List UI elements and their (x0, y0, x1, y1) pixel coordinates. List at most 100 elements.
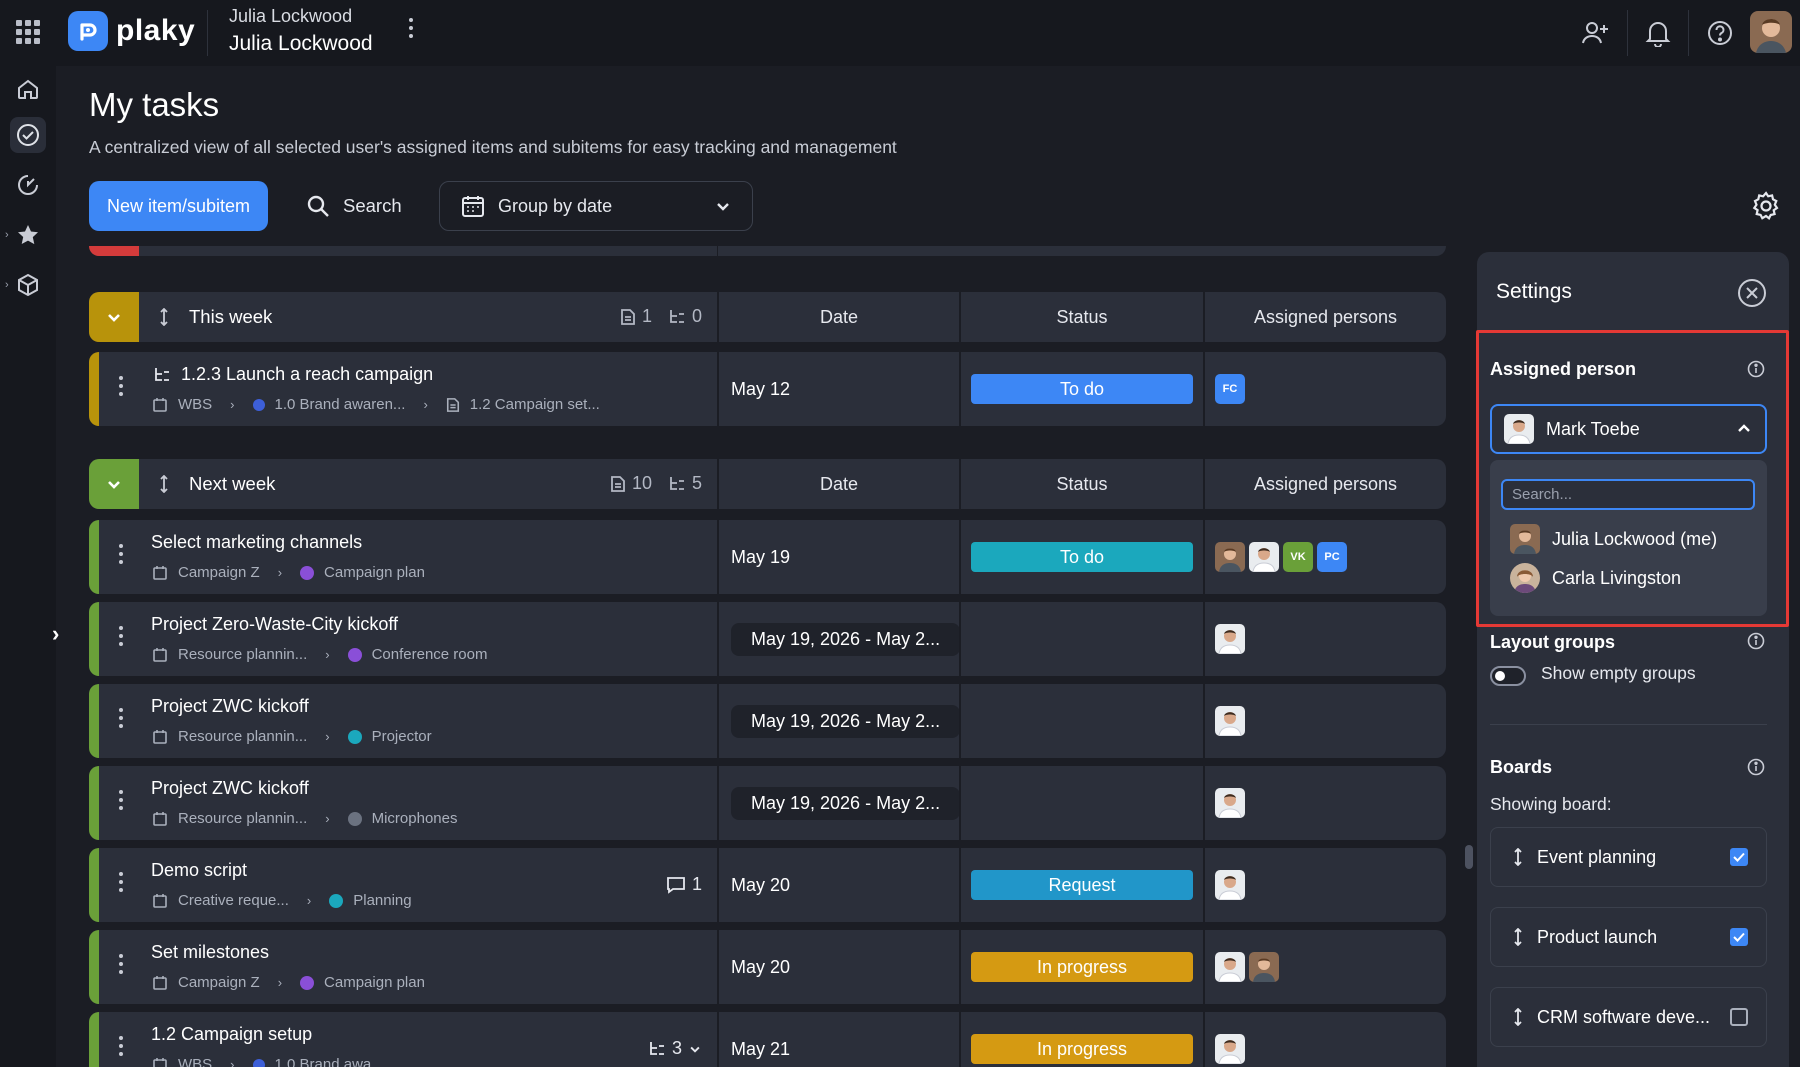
subitems-indicator[interactable]: 3 (648, 1038, 702, 1059)
column-header-persons[interactable]: Assigned persons (1203, 459, 1446, 509)
user-avatar[interactable] (1750, 11, 1792, 53)
row-menu-icon[interactable] (119, 954, 123, 974)
row-menu-icon[interactable] (119, 790, 123, 810)
scrollbar-thumb[interactable] (1465, 845, 1473, 869)
row-title[interactable]: Project ZWC kickoff (151, 696, 309, 717)
my-tasks-icon[interactable] (10, 117, 46, 153)
help-icon[interactable] (1703, 16, 1737, 50)
status-cell[interactable] (959, 684, 1203, 758)
date-cell[interactable]: May 19, 2026 - May 2... (717, 684, 961, 758)
show-empty-groups-toggle[interactable] (1490, 666, 1526, 686)
crumb-board[interactable]: WBS (178, 1056, 212, 1067)
person-option[interactable]: Carla Livingston (1510, 561, 1681, 595)
crumb-board[interactable]: Resource plannin... (178, 646, 307, 663)
status-cell[interactable]: Request (959, 848, 1203, 922)
status-cell[interactable] (959, 602, 1203, 676)
crumb-board[interactable]: Campaign Z (178, 564, 260, 581)
table-row[interactable]: 1.2.3 Launch a reach campaign WBS › 1.0 … (89, 352, 1446, 426)
date-cell[interactable]: May 19, 2026 - May 2... (717, 766, 961, 840)
home-icon[interactable] (10, 71, 46, 107)
persons-cell[interactable]: VK PC (1203, 520, 1446, 594)
app-grid-icon[interactable] (16, 20, 40, 44)
group-name[interactable]: Next week (189, 473, 275, 495)
persons-cell[interactable] (1203, 848, 1446, 922)
table-row[interactable]: Demo script Creative reque... › Planning 1 Ma… (89, 848, 1446, 922)
comments-indicator[interactable]: 1 (666, 874, 702, 895)
crumb-group[interactable]: Campaign plan (324, 974, 425, 991)
board-checkbox[interactable] (1730, 1008, 1748, 1026)
group-collapse-toggle[interactable] (89, 292, 139, 342)
notification-bell-icon[interactable] (1641, 16, 1675, 50)
table-row[interactable]: Project Zero-Waste-City kickoff Resource … (89, 602, 1446, 676)
person-option[interactable]: Julia Lockwood (me) (1510, 522, 1717, 556)
persons-cell[interactable]: FC (1203, 352, 1446, 426)
crumb-group[interactable]: Conference room (372, 646, 488, 663)
row-title[interactable]: Project Zero-Waste-City kickoff (151, 614, 398, 635)
row-menu-icon[interactable] (119, 1036, 123, 1056)
search-button[interactable]: Search (305, 186, 402, 226)
info-icon[interactable] (1747, 360, 1765, 378)
favorites-caret-icon[interactable]: › (5, 229, 9, 241)
crumb-item[interactable]: 1.2 Campaign set... (470, 396, 600, 413)
logo[interactable]: plaky (68, 11, 195, 51)
status-cell[interactable]: In progress (959, 1012, 1203, 1067)
persons-cell[interactable] (1203, 766, 1446, 840)
favorites-star-icon[interactable] (10, 217, 46, 253)
status-badge[interactable]: In progress (971, 1034, 1193, 1064)
status-badge[interactable]: To do (971, 374, 1193, 404)
table-row[interactable]: Project ZWC kickoff Resource plannin... › M… (89, 766, 1446, 840)
workspace-name[interactable]: Julia Lockwood (229, 32, 373, 56)
column-header-date[interactable]: Date (717, 292, 959, 342)
column-header-persons[interactable]: Assigned persons (1203, 292, 1446, 342)
workspace-menu-icon[interactable] (403, 18, 419, 46)
settings-gear-icon[interactable] (1750, 190, 1782, 222)
table-row[interactable]: Project ZWC kickoff Resource plannin... › P… (89, 684, 1446, 758)
column-header-date[interactable]: Date (717, 459, 959, 509)
status-badge[interactable]: To do (971, 542, 1193, 572)
row-title[interactable]: 1.2.3 Launch a reach campaign (181, 364, 433, 385)
crumb-group[interactable]: Planning (353, 892, 411, 909)
row-title[interactable]: Set milestones (151, 942, 269, 963)
date-cell[interactable]: May 20 (717, 848, 959, 922)
column-header-status[interactable]: Status (959, 292, 1203, 342)
drag-handle-icon[interactable] (1513, 848, 1523, 866)
group-by-select[interactable]: Group by date (439, 181, 753, 231)
table-row[interactable]: Set milestones Campaign Z › Campaign plan Ma… (89, 930, 1446, 1004)
expand-sidebar-icon[interactable]: › (52, 621, 74, 647)
table-row[interactable]: 1.2 Campaign setup WBS › 1.0 Brand awa... 3 M… (89, 1012, 1446, 1067)
person-search-input[interactable] (1501, 479, 1755, 510)
invite-user-icon[interactable] (1578, 16, 1612, 50)
date-cell[interactable]: May 19 (717, 520, 959, 594)
persons-cell[interactable] (1203, 1012, 1446, 1067)
board-checkbox[interactable] (1730, 848, 1748, 866)
crumb-board[interactable]: Resource plannin... (178, 728, 307, 745)
crumb-board[interactable]: Resource plannin... (178, 810, 307, 827)
row-menu-icon[interactable] (119, 376, 123, 396)
row-title[interactable]: Select marketing channels (151, 532, 362, 553)
date-cell[interactable]: May 12 (717, 352, 959, 426)
group-collapse-toggle[interactable] (89, 459, 139, 509)
row-title[interactable]: 1.2 Campaign setup (151, 1024, 312, 1045)
activity-icon[interactable] (10, 167, 46, 203)
board-option[interactable]: CRM software deve... (1490, 987, 1767, 1047)
date-cell[interactable]: May 21 (717, 1012, 959, 1067)
table-row[interactable]: Select marketing channels Campaign Z › Camp… (89, 520, 1446, 594)
crumb-group[interactable]: Microphones (372, 810, 458, 827)
drag-handle-icon[interactable] (1513, 928, 1523, 946)
info-icon[interactable] (1747, 758, 1765, 776)
drag-handle-icon[interactable] (159, 307, 169, 331)
persons-cell[interactable] (1203, 684, 1446, 758)
drag-handle-icon[interactable] (159, 474, 169, 498)
crumb-group[interactable]: 1.0 Brand awa... (275, 1056, 384, 1067)
status-badge[interactable]: Request (971, 870, 1193, 900)
crumb-board[interactable]: WBS (178, 396, 212, 413)
row-title[interactable]: Project ZWC kickoff (151, 778, 309, 799)
persons-cell[interactable] (1203, 602, 1446, 676)
board-option[interactable]: Event planning (1490, 827, 1767, 887)
row-menu-icon[interactable] (119, 544, 123, 564)
row-menu-icon[interactable] (119, 626, 123, 646)
assigned-person-select[interactable]: Mark Toebe (1490, 404, 1767, 454)
new-item-button[interactable]: New item/subitem (89, 181, 268, 231)
column-header-status[interactable]: Status (959, 459, 1203, 509)
crumb-group[interactable]: Campaign plan (324, 564, 425, 581)
